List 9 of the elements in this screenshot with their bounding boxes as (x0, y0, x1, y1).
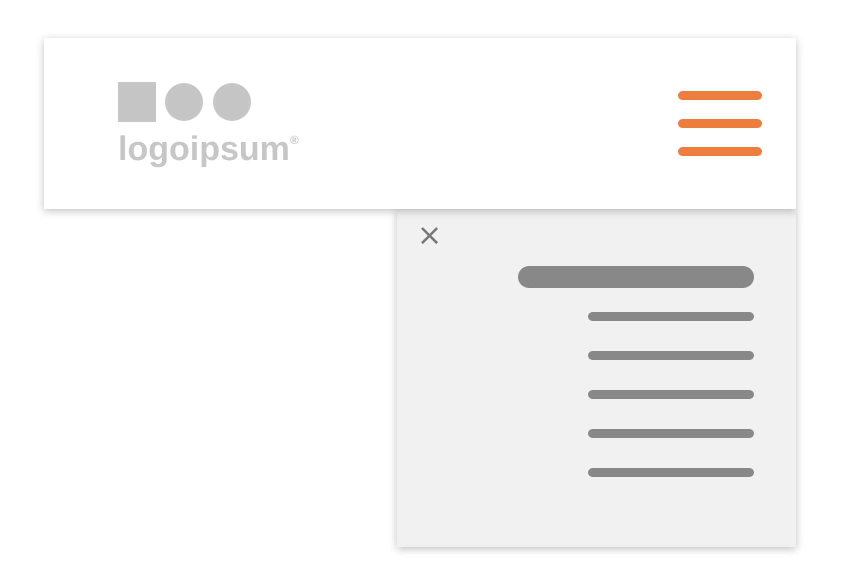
logo-mark-icon (118, 82, 252, 122)
menu-item-placeholder[interactable] (588, 468, 754, 477)
menu-item-placeholder[interactable] (588, 429, 754, 438)
menu-item-placeholder[interactable] (588, 390, 754, 399)
close-button[interactable]: × (417, 223, 442, 249)
menu-heading-placeholder[interactable] (518, 266, 754, 288)
menu-item-placeholder[interactable] (588, 351, 754, 360)
menu-item-placeholder[interactable] (588, 312, 754, 321)
logo-text: logoipsum$^{®}$ (118, 132, 299, 166)
